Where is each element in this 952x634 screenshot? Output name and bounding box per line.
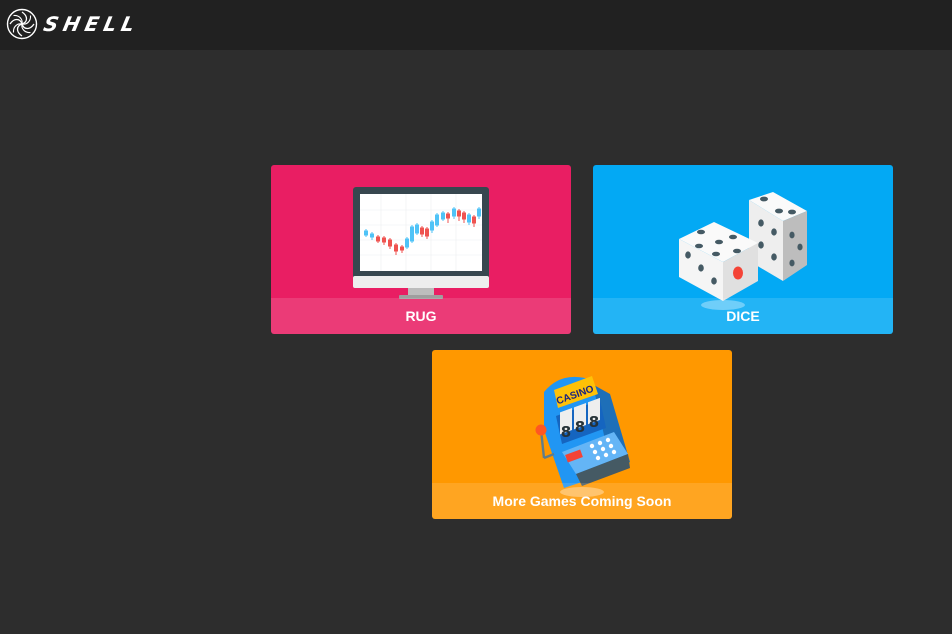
game-label-rug: RUG <box>405 308 437 324</box>
game-label-more-games: More Games Coming Soon <box>492 493 672 509</box>
shell-logo[interactable]: SHELL <box>6 8 142 40</box>
front-die <box>679 222 758 301</box>
swirl-logo-icon <box>6 8 38 40</box>
card-label-bar: DICE <box>593 298 893 334</box>
card-label-bar: More Games Coming Soon <box>432 483 732 519</box>
slot-reel-3: 8 <box>589 413 599 431</box>
game-card-dice[interactable]: DICE <box>593 165 893 334</box>
card-label-bar: RUG <box>271 298 571 334</box>
slot-reel-1: 8 <box>561 423 571 441</box>
top-navigation-bar: SHELL <box>0 0 952 50</box>
game-label-dice: DICE <box>726 308 760 324</box>
game-card-rug[interactable]: RUG <box>271 165 571 334</box>
logo-text: SHELL <box>41 12 142 36</box>
slot-reel-2: 8 <box>575 418 585 436</box>
game-card-coming-soon[interactable]: CASINO 8 8 8 More Games Coming Soon <box>432 350 732 519</box>
